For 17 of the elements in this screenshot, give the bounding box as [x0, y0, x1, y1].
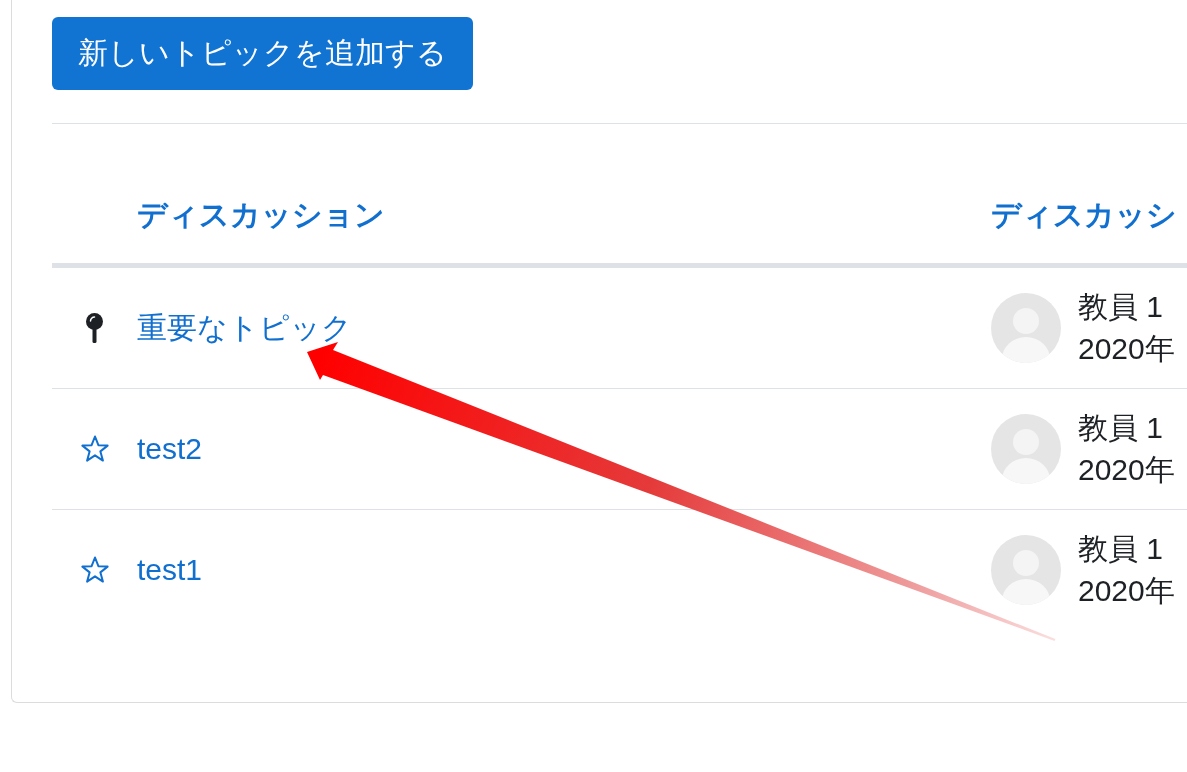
post-date: 2020年: [1078, 573, 1175, 609]
star-icon[interactable]: [80, 435, 109, 463]
column-header[interactable]: ディスカッシ: [991, 198, 1177, 232]
author-name: 教員 1: [1078, 410, 1164, 446]
post-date: 2020年: [1078, 452, 1175, 488]
author-name: 教員 1: [1078, 289, 1164, 325]
avatar-icon: [991, 535, 1061, 605]
author-name: 教員 1: [1078, 531, 1164, 567]
topic-link[interactable]: 重要なトピック: [137, 308, 352, 348]
avatar-icon: [991, 414, 1061, 484]
topic-link[interactable]: test2: [137, 429, 203, 469]
add-topic-button[interactable]: 新しいトピックを追加する: [52, 17, 473, 90]
column-header[interactable]: ディスカッション: [137, 198, 385, 232]
avatar-icon: [991, 293, 1061, 363]
star-icon[interactable]: [80, 556, 109, 584]
post-date: 2020年: [1078, 331, 1175, 367]
topic-link[interactable]: test1: [137, 550, 203, 590]
